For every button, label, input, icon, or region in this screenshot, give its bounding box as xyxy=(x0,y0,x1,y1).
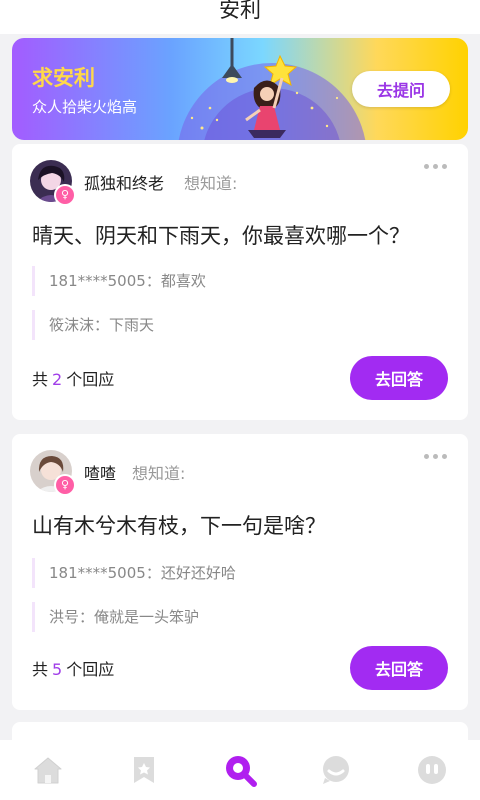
banner-title: 求安利 xyxy=(32,66,95,90)
response-count: 共 2 个回应 xyxy=(32,366,114,390)
user-name[interactable]: 孤独和终老 xyxy=(84,170,164,194)
reply-text: 下雨天 xyxy=(109,316,155,334)
question-card[interactable]: ♀ 喳喳 想知道: 山有木兮木有枝，下一句是啥？ 181****5005：还好还… xyxy=(12,434,468,710)
tab-home[interactable] xyxy=(18,748,78,792)
reply-item[interactable]: 181****5005：还好还好哈 xyxy=(32,558,236,588)
reply-separator: ： xyxy=(79,608,95,626)
reply-text: 都喜欢 xyxy=(160,272,206,290)
reply-item[interactable]: 筱沫沫：下雨天 xyxy=(32,310,154,340)
home-icon xyxy=(34,757,62,784)
tab-recommend[interactable] xyxy=(210,748,270,792)
ask-question-button[interactable]: 去提问 xyxy=(352,71,450,107)
tab-profile[interactable] xyxy=(402,748,462,792)
tab-favorites[interactable] xyxy=(114,748,174,792)
question-text[interactable]: 山有木兮木有枝，下一句是啥？ xyxy=(32,510,326,540)
top-bar: 安利 xyxy=(0,0,480,34)
count-number: 5 xyxy=(52,660,63,679)
count-prefix: 共 xyxy=(32,370,49,389)
bottom-tab-bar xyxy=(0,740,480,800)
more-options-icon[interactable] xyxy=(424,164,448,172)
avatar[interactable]: ♀ xyxy=(30,160,76,206)
question-text[interactable]: 晴天、阴天和下雨天，你最喜欢哪一个？ xyxy=(32,220,410,250)
banner-illustration xyxy=(178,38,366,140)
reply-author: 181****5005 xyxy=(49,564,146,582)
question-search-icon xyxy=(226,756,257,787)
answer-button[interactable]: 去回答 xyxy=(350,646,448,690)
reply-separator: ： xyxy=(145,272,161,290)
answer-button[interactable]: 去回答 xyxy=(350,356,448,400)
reply-item[interactable]: 洪号：俺就是一头笨驴 xyxy=(32,602,199,632)
reply-author: 181****5005 xyxy=(49,272,146,290)
count-prefix: 共 xyxy=(32,660,49,679)
count-suffix: 个回应 xyxy=(66,370,115,389)
count-number: 2 xyxy=(52,370,63,389)
banner-subtitle: 众人拾柴火焰高 xyxy=(32,98,138,116)
profile-icon xyxy=(418,756,446,784)
female-icon: ♀ xyxy=(54,474,76,496)
chat-bubble-icon xyxy=(323,756,349,784)
asks-label: 想知道: xyxy=(184,174,238,193)
female-icon: ♀ xyxy=(54,184,76,206)
tab-messages[interactable] xyxy=(306,748,366,792)
reply-separator: ： xyxy=(145,564,161,582)
question-card[interactable]: ♀ 孤独和终老 想知道: 晴天、阴天和下雨天，你最喜欢哪一个？ 181****5… xyxy=(12,144,468,420)
page-title: 安利 xyxy=(219,0,261,22)
asks-label: 想知道: xyxy=(132,464,186,483)
reply-author: 洪号 xyxy=(49,608,80,626)
more-options-icon[interactable] xyxy=(424,454,448,462)
count-suffix: 个回应 xyxy=(66,660,115,679)
response-count: 共 5 个回应 xyxy=(32,656,114,680)
reply-author: 筱沫沫 xyxy=(49,316,95,334)
reply-text: 俺就是一头笨驴 xyxy=(94,608,200,626)
ask-banner[interactable]: 求安利 众人拾柴火焰高 去提问 xyxy=(12,38,468,140)
reply-text: 还好还好哈 xyxy=(160,564,236,582)
avatar[interactable]: ♀ xyxy=(30,450,76,496)
reply-item[interactable]: 181****5005：都喜欢 xyxy=(32,266,206,296)
bookmark-star-icon xyxy=(134,757,154,783)
reply-separator: ： xyxy=(94,316,110,334)
user-name[interactable]: 喳喳 xyxy=(84,460,116,484)
